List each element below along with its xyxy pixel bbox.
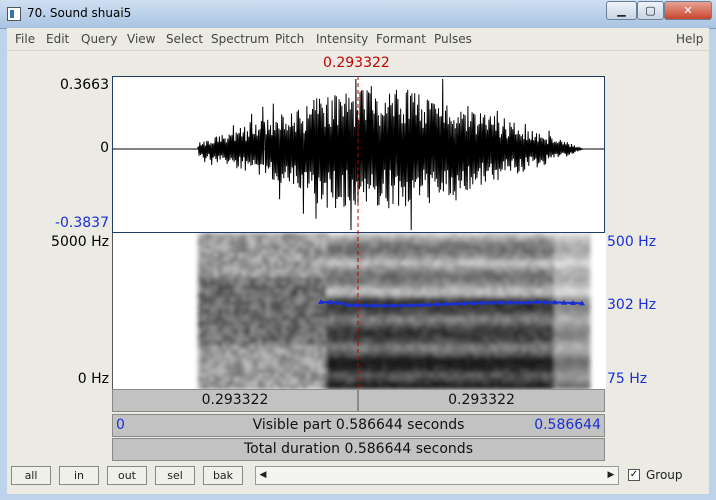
spectrogram-plot — [198, 233, 591, 389]
visible-part-bar[interactable]: 0 Visible part 0.586644 seconds 0.586644 — [112, 414, 605, 437]
menu-select[interactable]: Select — [166, 32, 203, 46]
waveform-zero-label: 0 — [100, 140, 109, 156]
zoom-all-button[interactable]: all — [11, 466, 51, 485]
total-duration-text: Total duration 0.586644 seconds — [244, 441, 473, 457]
close-button[interactable]: ✕ — [664, 1, 712, 20]
spectrogram-top-label: 5000 Hz — [51, 234, 109, 250]
minimize-button[interactable]: ▁ — [606, 1, 637, 20]
waveform-min-label: -0.3837 — [54, 215, 109, 231]
zoom-in-button[interactable]: in — [59, 466, 99, 485]
maximize-button[interactable]: ▢ — [637, 1, 664, 20]
waveform-trace — [113, 78, 604, 231]
waveform-plot — [113, 78, 604, 231]
bottom-toolbar: all in out sel bak ◀ ▶ ✓ Group — [7, 464, 709, 494]
menu-formant[interactable]: Formant — [376, 32, 426, 46]
cursor-time-label: 0.293322 — [323, 55, 390, 71]
group-checkbox[interactable]: ✓ — [628, 469, 640, 481]
left-segment-time: 0.293322 — [201, 392, 269, 408]
scroll-left-arrow-icon[interactable]: ◀ — [256, 467, 270, 484]
right-segment-bar[interactable]: 0.293322 — [358, 389, 605, 412]
zoom-out-button[interactable]: out — [107, 466, 147, 485]
window-title: 70. Sound shuai5 — [27, 6, 132, 20]
left-segment-bar[interactable]: 0.293322 — [112, 389, 358, 412]
zoom-back-button[interactable]: bak — [203, 466, 243, 485]
window-icon — [7, 7, 21, 21]
menu-pulses[interactable]: Pulses — [434, 32, 472, 46]
menu-help[interactable]: Help — [676, 32, 703, 46]
pitch-bottom-label: 75 Hz — [607, 371, 648, 387]
menu-view[interactable]: View — [127, 32, 155, 46]
menu-pitch[interactable]: Pitch — [275, 32, 304, 46]
waveform-max-label: 0.3663 — [60, 77, 109, 93]
visible-part-text: Visible part 0.586644 seconds — [252, 417, 465, 433]
visible-end: 0.586644 — [534, 417, 601, 433]
menu-spectrum[interactable]: Spectrum — [211, 32, 269, 46]
title-bar: 70. Sound shuai5 ▁ ▢ ✕ — [0, 0, 716, 29]
pitch-current-label: 302 Hz — [607, 297, 657, 313]
horizontal-scrollbar[interactable]: ◀ ▶ — [255, 466, 619, 485]
spectrogram-panel[interactable] — [112, 233, 606, 389]
menu-bar: File Edit Query View Select Spectrum Pit… — [7, 28, 709, 51]
menu-edit[interactable]: Edit — [46, 32, 69, 46]
menu-file[interactable]: File — [15, 32, 35, 46]
pitch-top-label: 500 Hz — [607, 234, 657, 250]
group-checkbox-label: Group — [646, 468, 683, 482]
praat-sound-window: 70. Sound shuai5 ▁ ▢ ✕ File Edit Query V… — [0, 0, 716, 500]
menu-query[interactable]: Query — [81, 32, 117, 46]
menu-intensity[interactable]: Intensity — [316, 32, 368, 46]
total-duration-bar[interactable]: Total duration 0.586644 seconds — [112, 438, 605, 461]
editor-frame: File Edit Query View Select Spectrum Pit… — [7, 28, 709, 494]
spectrogram-bottom-label: 0 Hz — [77, 371, 109, 387]
right-segment-time: 0.293322 — [448, 392, 515, 408]
zoom-sel-button[interactable]: sel — [155, 466, 195, 485]
scroll-right-arrow-icon[interactable]: ▶ — [604, 467, 618, 484]
waveform-panel[interactable] — [112, 76, 605, 233]
